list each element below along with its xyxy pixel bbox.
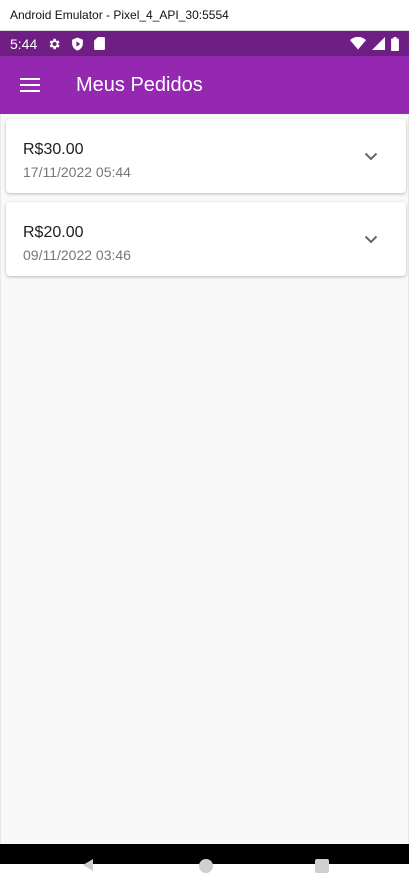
order-datetime: 09/11/2022 03:46 [23,247,131,263]
chevron-down-icon[interactable] [364,231,378,249]
sd-card-icon [94,37,106,50]
order-card[interactable]: R$20.00 09/11/2022 03:46 [6,202,406,276]
cellular-signal-icon [372,37,385,50]
orders-list: R$30.00 17/11/2022 05:44 R$20.00 09/11/2… [0,114,409,844]
emulator-window-titlebar: Android Emulator - Pixel_4_API_30:5554 [0,0,409,31]
battery-icon [391,36,399,51]
back-nav-icon[interactable] [83,859,93,871]
order-datetime: 17/11/2022 05:44 [23,164,131,180]
wifi-icon [350,37,366,50]
home-nav-icon[interactable] [199,859,213,873]
shield-play-icon [71,37,84,51]
recents-nav-icon[interactable] [315,859,329,873]
hamburger-menu-icon[interactable] [0,56,60,114]
order-amount: R$20.00 [23,224,84,241]
status-bar: 5:44 [0,31,409,56]
settings-gear-icon [47,37,61,51]
order-amount: R$30.00 [23,141,84,158]
navigation-bar [0,844,409,873]
app-bar: Meus Pedidos [0,56,409,114]
page-title: Meus Pedidos [76,73,203,96]
window-title: Android Emulator - Pixel_4_API_30:5554 [10,8,229,22]
status-time: 5:44 [10,35,38,52]
order-card[interactable]: R$30.00 17/11/2022 05:44 [6,119,406,193]
chevron-down-icon[interactable] [364,148,378,166]
